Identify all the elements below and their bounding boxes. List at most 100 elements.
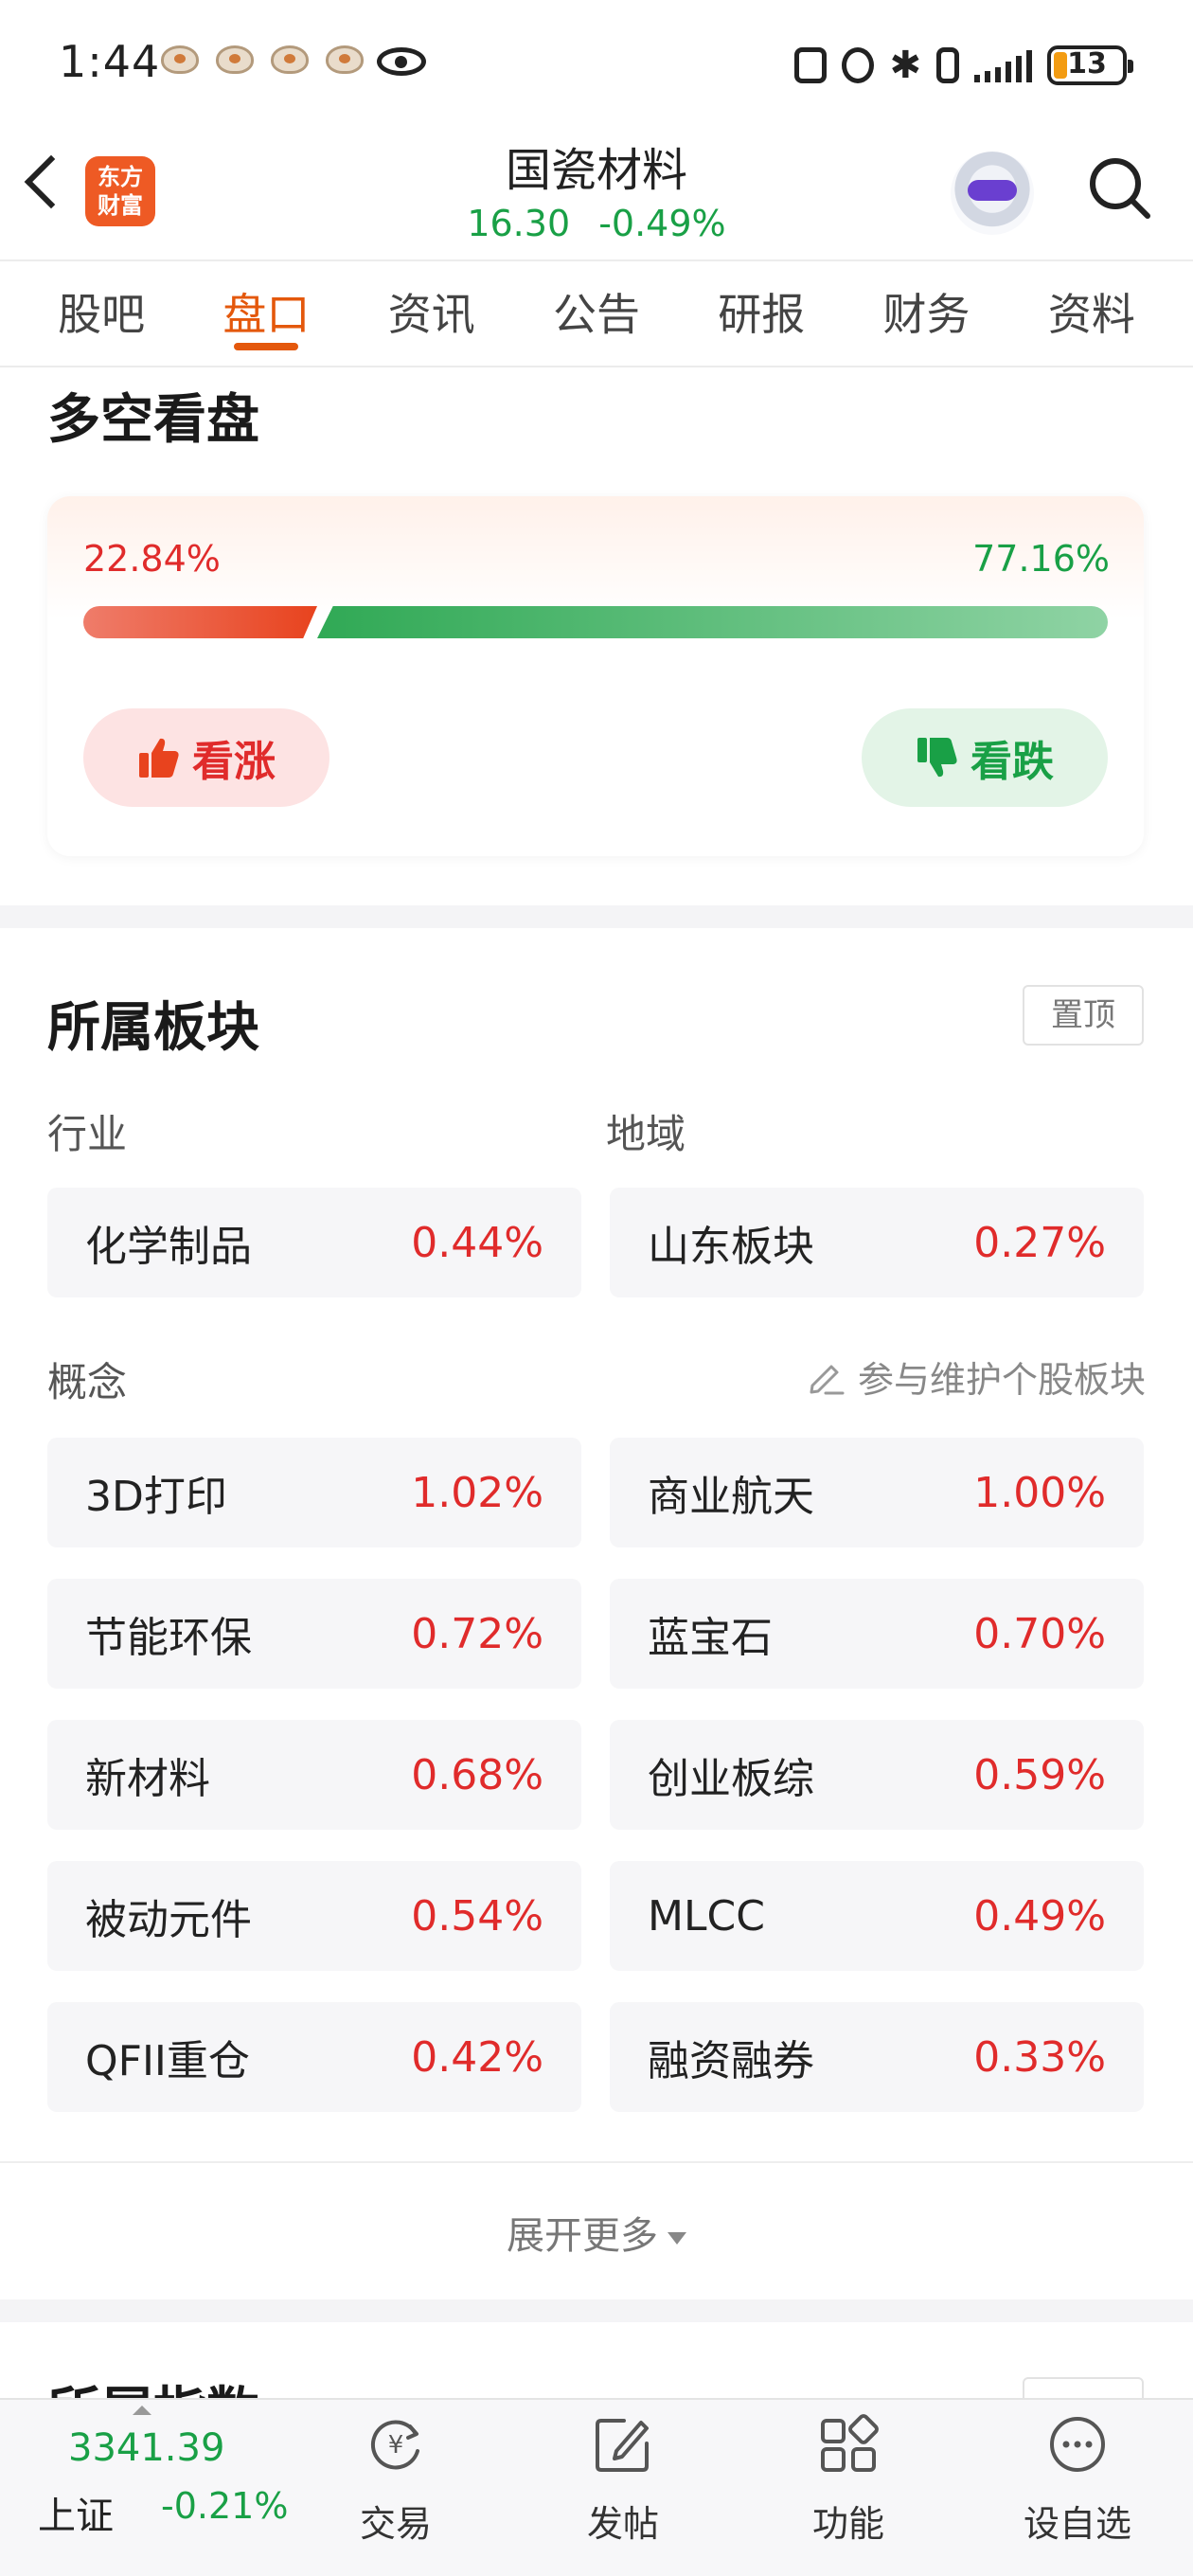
sector-cell-region[interactable]: 山东板块 0.27% — [610, 1188, 1144, 1297]
tab-pankou[interactable]: 盘口 — [217, 261, 315, 366]
vibrate-icon — [936, 47, 959, 83]
svg-text:¥: ¥ — [388, 2431, 404, 2460]
bearish-button[interactable]: 看跌 — [862, 708, 1108, 807]
stock-price: 16.30 — [467, 203, 571, 244]
nav-label: 设自选 — [1023, 2503, 1131, 2545]
expand-more-label: 展开更多 — [507, 2214, 658, 2258]
tab-bar: 股吧 盘口 资讯 公告 研报 财务 资料 — [0, 259, 1193, 367]
sector-change: 0.27% — [973, 1218, 1106, 1267]
edit-pencil-icon — [810, 1365, 845, 1394]
sector-change: 0.44% — [411, 1218, 543, 1267]
maintain-sectors-link[interactable]: 参与维护个股板块 — [807, 1351, 1146, 1403]
concept-cell[interactable]: QFII重仓 0.42% — [47, 2002, 581, 2112]
nfc-icon — [794, 47, 828, 83]
alarm-icon — [842, 47, 875, 83]
concept-name: 节能环保 — [85, 1614, 252, 1662]
edit-icon — [596, 2419, 649, 2472]
bullish-button[interactable]: 看涨 — [83, 708, 329, 807]
sector-cell-industry[interactable]: 化学制品 0.44% — [47, 1188, 581, 1297]
concept-change: 0.42% — [411, 2032, 543, 2082]
system-icons: ✱ 13 — [794, 44, 1133, 87]
tab-news[interactable]: 资讯 — [383, 261, 481, 366]
index-value[interactable]: 3341.39 — [68, 2426, 224, 2470]
concept-cell[interactable]: 新材料 0.68% — [47, 1720, 581, 1830]
concept-name: 融资融券 — [648, 2037, 814, 2085]
tab-finance[interactable]: 财务 — [878, 261, 976, 366]
robot-assistant-icon[interactable] — [951, 152, 1034, 235]
app-logo[interactable]: 东方 财富 — [85, 156, 155, 226]
concept-change: 1.02% — [411, 1468, 543, 1517]
tab-research[interactable]: 研报 — [712, 261, 810, 366]
bluetooth-icon: ✱ — [889, 44, 921, 87]
nav-label: 发帖 — [586, 2503, 659, 2545]
app-notification-icon — [216, 45, 254, 74]
app-notification-icon — [326, 45, 364, 74]
divider — [0, 2161, 1193, 2163]
concept-name: 商业航天 — [648, 1473, 814, 1521]
concept-name: QFII重仓 — [85, 2037, 250, 2085]
pin-top-button[interactable]: 置顶 — [1023, 985, 1144, 1046]
concept-cell[interactable]: 被动元件 0.54% — [47, 1861, 581, 1971]
concept-cell[interactable]: 蓝宝石 0.70% — [610, 1579, 1144, 1689]
concept-change: 0.49% — [973, 1891, 1106, 1941]
index-name[interactable]: 上证 — [38, 2485, 114, 2540]
bear-bar — [317, 606, 1108, 638]
sentiment-title: 多空看盘 — [47, 389, 259, 451]
nav-post[interactable]: 发帖 — [547, 2406, 699, 2557]
thumbs-down-icon — [917, 738, 957, 778]
stock-change: -0.49% — [598, 203, 726, 244]
concept-change: 0.54% — [411, 1891, 543, 1941]
industry-label: 行业 — [47, 1111, 128, 1157]
bull-bar — [83, 606, 317, 638]
thumbs-up-icon — [139, 738, 179, 778]
caret-up-icon[interactable] — [133, 2406, 151, 2415]
bear-percentage: 77.16% — [972, 538, 1110, 580]
concept-change: 0.72% — [411, 1609, 543, 1658]
concept-change: 1.00% — [973, 1468, 1106, 1517]
bearish-label: 看跌 — [970, 738, 1054, 786]
back-icon[interactable] — [24, 154, 79, 209]
sector-name: 山东板块 — [648, 1223, 814, 1271]
notification-icons — [161, 45, 364, 74]
tab-profile[interactable]: 资料 — [1042, 261, 1141, 366]
concept-name: MLCC — [648, 1891, 765, 1941]
concept-change: 0.70% — [973, 1609, 1106, 1658]
tab-guba[interactable]: 股吧 — [52, 261, 151, 366]
app-notification-icon — [271, 45, 309, 74]
index-change[interactable]: -0.21% — [161, 2485, 288, 2527]
search-icon[interactable] — [1087, 155, 1153, 222]
signal-icon — [974, 48, 1032, 82]
tab-announcements[interactable]: 公告 — [547, 261, 646, 366]
concept-cell[interactable]: MLCC 0.49% — [610, 1861, 1144, 1971]
expand-more-button[interactable]: 展开更多 — [0, 2205, 1193, 2260]
nav-label: 功能 — [811, 2503, 884, 2545]
bull-percentage: 22.84% — [83, 538, 221, 580]
section-divider — [0, 905, 1193, 928]
concept-change: 0.59% — [973, 1750, 1106, 1799]
eye-icon — [377, 47, 426, 76]
nav-label: 交易 — [359, 2503, 432, 2545]
nav-functions[interactable]: 功能 — [773, 2406, 924, 2557]
concept-cell[interactable]: 融资融券 0.33% — [610, 2002, 1144, 2112]
battery-level: 13 — [1067, 47, 1107, 80]
concept-name: 3D打印 — [85, 1473, 227, 1521]
concept-cell[interactable]: 3D打印 1.02% — [47, 1438, 581, 1547]
more-icon — [1050, 2417, 1105, 2472]
concept-change: 0.68% — [411, 1750, 543, 1799]
battery-icon: 13 — [1047, 45, 1133, 85]
concept-name: 蓝宝石 — [648, 1614, 773, 1662]
sector-name: 化学制品 — [85, 1223, 252, 1271]
bullish-label: 看涨 — [192, 738, 276, 786]
concept-cell[interactable]: 商业航天 1.00% — [610, 1438, 1144, 1547]
concept-name: 创业板综 — [648, 1755, 814, 1803]
nav-trade[interactable]: ¥ 交易 — [320, 2406, 472, 2557]
yen-refresh-icon: ¥ — [370, 2420, 419, 2470]
region-label: 地域 — [606, 1111, 686, 1157]
concept-cell[interactable]: 节能环保 0.72% — [47, 1579, 581, 1689]
sectors-title: 所属板块 — [47, 997, 259, 1059]
stock-name: 国瓷材料 — [505, 144, 687, 197]
stock-quote: 16.30 -0.49% — [360, 203, 833, 244]
concept-cell[interactable]: 创业板综 0.59% — [610, 1720, 1144, 1830]
nav-add-watchlist[interactable]: 设自选 — [1002, 2406, 1153, 2557]
concept-name: 新材料 — [85, 1755, 210, 1803]
